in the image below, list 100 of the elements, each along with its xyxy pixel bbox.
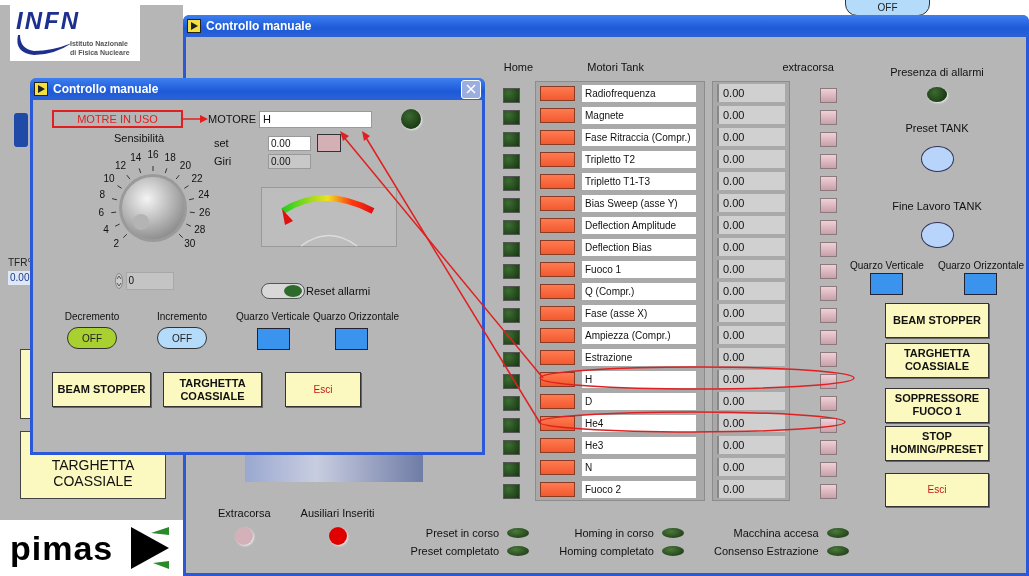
quartz-button[interactable] (964, 272, 998, 295)
motor-name-field: Bias Sweep (asse Y) (582, 194, 696, 212)
off-button[interactable]: OFF (845, 0, 930, 16)
panel-button[interactable]: TARGHETTA COASSIALE (885, 342, 989, 378)
quartz-label: Quarzo Verticale (849, 259, 924, 271)
value-field: 0.00 (717, 172, 785, 190)
temperature-label: TFR° (8, 257, 32, 268)
scale-label: 2 (112, 237, 120, 249)
scale-label: 22 (190, 173, 204, 185)
motor-button[interactable] (540, 195, 575, 211)
finish-button[interactable] (920, 222, 954, 248)
scale-label: 24 (197, 189, 211, 201)
counter-field: 0 (125, 272, 174, 290)
annotation-label: MOTRE IN USO (52, 110, 183, 128)
value-field: 0.00 (717, 128, 785, 146)
motor-button[interactable] (540, 283, 575, 299)
value-field: 0.00 (717, 414, 785, 432)
motor-button[interactable] (540, 129, 575, 145)
arrow-icon (183, 115, 208, 123)
window-title: Controllo manuale (53, 82, 159, 96)
motor-button[interactable] (540, 437, 575, 453)
lamp-label: Ausiliari Inseriti (300, 507, 375, 519)
dialog-button[interactable]: BEAM STOPPER (52, 372, 151, 407)
value-field: 0.00 (717, 150, 785, 168)
dialog-button[interactable]: Esci (285, 372, 361, 407)
motor-button[interactable] (540, 151, 575, 167)
scale-label: 20 (178, 160, 192, 172)
quartz-button[interactable] (870, 272, 904, 295)
status-label: Macchina accesa (733, 527, 819, 539)
value-field: 0.00 (717, 194, 785, 212)
set-field[interactable]: 0.00 (268, 135, 311, 151)
brand-name: pimas (10, 528, 114, 568)
value-field: 0.00 (717, 106, 785, 124)
value-field: 0.00 (717, 260, 785, 278)
panel-button[interactable]: STOP HOMING/PRESET (885, 425, 989, 461)
brand-arrow-icon (131, 527, 170, 569)
motor-name-field: Fase Ritraccia (Compr.) (582, 128, 696, 146)
value-field: 0.00 (717, 282, 785, 300)
spinner-arrows-icon[interactable] (114, 273, 123, 289)
scale-label: 4 (102, 223, 110, 235)
scale-label: 16 (146, 149, 160, 160)
motor-button[interactable] (540, 481, 575, 497)
motor-name-field: D (582, 392, 696, 410)
motor-button[interactable] (540, 327, 575, 343)
motor-name-field: He4 (582, 414, 696, 432)
close-button[interactable] (461, 79, 481, 99)
motor-button[interactable] (540, 173, 575, 189)
status-label: Homing in corso (574, 527, 654, 539)
app-icon (34, 82, 48, 96)
motor-button[interactable] (540, 261, 575, 277)
quartz-button[interactable] (257, 328, 290, 350)
value-field: 0.00 (717, 392, 785, 410)
toggle-button[interactable]: OFF (67, 327, 117, 349)
toggle-button[interactable]: OFF (157, 327, 207, 349)
reset-toggle[interactable] (261, 283, 305, 299)
turns-label: Giri (214, 155, 233, 167)
motor-label: MOTORE (208, 113, 258, 125)
scale-label: 14 (129, 151, 143, 163)
motor-name-field: Estrazione (582, 348, 696, 366)
toggle-label: Incremento (157, 311, 207, 322)
scale-label: 28 (193, 223, 207, 235)
motor-button[interactable] (540, 459, 575, 475)
status-label: Consenso Estrazione (714, 545, 819, 557)
value-field: 0.00 (717, 436, 785, 454)
set-button[interactable] (317, 134, 341, 152)
sensitivity-label: Sensibilità (113, 132, 165, 144)
value-field: 0.00 (717, 370, 785, 388)
motor-button[interactable] (540, 217, 575, 233)
reset-label: Reset allarmi (306, 285, 371, 297)
motor-name-field: Fase (asse X) (582, 304, 696, 322)
motor-name-field: Tripletto T1-T3 (582, 172, 696, 190)
panel-button[interactable]: Esci (885, 472, 989, 507)
preset-button[interactable] (920, 146, 954, 173)
turns-field: 0.00 (268, 153, 311, 169)
motor-name-field: Deflection Bias (582, 238, 696, 256)
value-field: 0.00 (717, 238, 785, 256)
motor-button[interactable] (540, 349, 575, 365)
lamp-label: Extracorsa (218, 507, 271, 519)
motor-name-field: He3 (582, 436, 696, 454)
quartz-label: Quarzo Orizzontale (312, 311, 400, 322)
panel-button[interactable]: BEAM STOPPER (885, 302, 989, 338)
panel-button[interactable]: SOPPRESSORE FUOCO 1 (885, 387, 989, 423)
motor-name-field: Tripletto T2 (582, 150, 696, 168)
motor-name-field: Ampiezza (Compr.) (582, 326, 696, 344)
motor-button[interactable] (540, 239, 575, 255)
scale-label: 6 (97, 206, 106, 218)
motor-button[interactable] (540, 85, 575, 101)
dialog-button[interactable]: TARGHETTA COASSIALE (163, 372, 262, 407)
scale-label: 12 (114, 160, 128, 172)
motor-button[interactable] (540, 393, 575, 409)
alarm-label: Presenza di allarmi (890, 66, 984, 78)
quartz-button[interactable] (335, 328, 368, 350)
motor-button[interactable] (540, 305, 575, 321)
motor-button[interactable] (540, 107, 575, 123)
quartz-label: Quarzo Verticale (236, 311, 310, 322)
motor-name-field: H (582, 370, 696, 388)
value-field: 0.00 (717, 84, 785, 102)
app-icon (187, 19, 201, 33)
toggle-label: Decremento (64, 311, 120, 322)
motor-field: H (259, 110, 372, 128)
